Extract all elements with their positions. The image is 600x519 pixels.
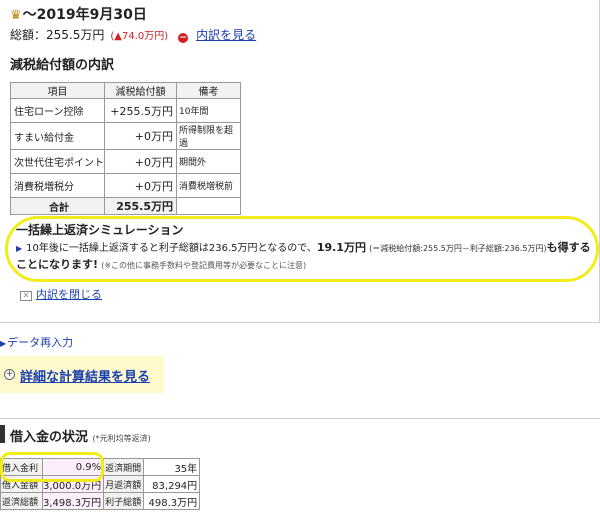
row-amount: +255.5万円 <box>104 98 177 123</box>
header-item: 項目 <box>10 82 105 99</box>
breakdown-title: 減税給付額の内訳 <box>10 58 115 73</box>
total-amount: 総額：255.5万円 <box>10 28 105 42</box>
section-bar <box>0 425 5 443</box>
row-amount: +0万円 <box>104 173 177 198</box>
rate-highlight-ring <box>0 452 104 482</box>
crown-icon: ♛ <box>10 8 22 23</box>
loan-label: 返済総額 <box>0 492 43 510</box>
loan-status-title: 借入金の状況 (*元利均等返済) <box>10 426 151 445</box>
header-amount: 減税給付額 <box>104 82 177 99</box>
simulation-gain: 19.1万円 <box>316 241 366 254</box>
simulation-formula: (＝減税給付額:255.5万円－利子総額:236.5万円) <box>369 244 547 253</box>
close-breakdown-link[interactable]: 内訳を閉じる <box>36 288 102 301</box>
row-item: 住宅ローン控除 <box>10 98 105 123</box>
reenter-link[interactable]: ▶データ再入力 <box>0 334 73 350</box>
total-change: (▲74.0万円) <box>110 31 169 42</box>
header-note: 備考 <box>176 82 241 99</box>
sum-label: 合計 <box>10 197 105 215</box>
minus-circle-icon: − <box>178 33 189 43</box>
show-breakdown-link[interactable]: 内訳を見る <box>196 28 256 42</box>
table-header-row: 項目 減税給付額 備考 <box>10 82 241 99</box>
plus-circle-icon[interactable]: + <box>4 369 15 380</box>
row-note: 10年間 <box>176 98 241 123</box>
loan-label: 利子総額 <box>103 492 145 510</box>
loan-value: 35年 <box>143 458 201 476</box>
loan-value: 498.3万円 <box>143 492 201 510</box>
detail-results-box: + 詳細な計算結果を見る <box>0 356 164 393</box>
simulation-text: ▶ 10年後に一括繰上返済すると利子総額は236.5万円となるので、19.1万円 … <box>16 240 596 274</box>
close-x-icon[interactable]: ✕ <box>20 291 32 301</box>
loan-value: 3,498.3万円 <box>41 492 105 510</box>
loan-title-text: 借入金の状況 <box>10 430 89 445</box>
row-amount: +0万円 <box>104 149 177 174</box>
loan-label: 返済期間 <box>103 458 145 476</box>
loan-value: 83,294円 <box>143 475 201 493</box>
table-row: 返済総額 3,498.3万円 利子総額 498.3万円 <box>0 492 201 510</box>
simulation-text-1: 10年後に一括繰上返済すると利子総額は236.5万円となるので、 <box>26 243 317 254</box>
close-breakdown-row: ✕ 内訳を閉じる <box>20 286 102 302</box>
result-card: ♛～2019年9月30日 総額：255.5万円 (▲74.0万円) − 内訳を見る 減… <box>0 0 600 323</box>
simulation-title: 一括繰上返済シミュレーション <box>16 223 184 237</box>
row-item: 次世代住宅ポイント <box>10 149 105 174</box>
table-row: 住宅ローン控除 +255.5万円 10年間 <box>10 98 241 123</box>
row-item: すまい給付金 <box>10 122 105 150</box>
loan-status-header: 借入金の状況 (*元利均等返済) <box>0 418 600 448</box>
period-heading: ♛～2019年9月30日 <box>10 4 147 24</box>
detail-results-link[interactable]: 詳細な計算結果を見る <box>20 366 150 385</box>
loan-subtitle: (*元利均等返済) <box>92 434 151 443</box>
period-text: ～2019年9月30日 <box>22 7 147 23</box>
total-row: 総額：255.5万円 (▲74.0万円) − 内訳を見る <box>10 26 256 43</box>
sum-note-empty <box>176 197 241 215</box>
row-note: 期間外 <box>176 149 241 174</box>
table-row: すまい給付金 +0万円 所得制限を超過 <box>10 122 241 150</box>
breakdown-table: 項目 減税給付額 備考 住宅ローン控除 +255.5万円 10年間 すまい給付金… <box>10 82 241 215</box>
row-note: 所得制限を超過 <box>176 122 241 150</box>
row-amount: +0万円 <box>104 122 177 150</box>
sum-value: 255.5万円 <box>104 197 177 215</box>
triangle-right-icon: ▶ <box>0 339 7 348</box>
table-row: 次世代住宅ポイント +0万円 期間外 <box>10 149 241 174</box>
table-sum-row: 合計 255.5万円 <box>10 197 241 215</box>
triangle-right-icon: ▶ <box>16 244 23 253</box>
simulation-note: (※この他に事務手数料や登記費用等が必要なことに注意) <box>101 261 307 270</box>
table-row: 消費税増税分 +0万円 消費税増税前 <box>10 173 241 198</box>
reenter-label: データ再入力 <box>7 336 74 349</box>
row-item: 消費税増税分 <box>10 173 105 198</box>
loan-label: 月返済額 <box>103 475 145 493</box>
row-note: 消費税増税前 <box>176 173 241 198</box>
